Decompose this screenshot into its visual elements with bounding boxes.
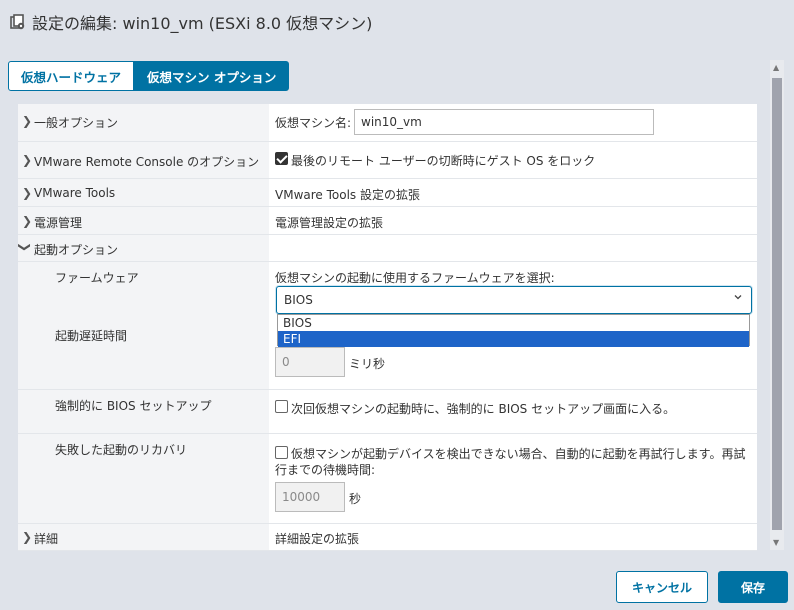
- boot-delay-input[interactable]: 0: [275, 347, 345, 377]
- cancel-button[interactable]: キャンセル: [616, 571, 708, 603]
- firmware-select[interactable]: BIOS: [276, 286, 752, 314]
- chevron-right-icon[interactable]: ❯: [22, 530, 32, 544]
- firmware-selected-value: BIOS: [284, 293, 313, 307]
- firmware-option-efi[interactable]: EFI: [278, 331, 749, 347]
- power-summary: 電源管理設定の拡張: [275, 216, 384, 230]
- section-general-label[interactable]: 一般オプション: [34, 114, 118, 131]
- firmware-dropdown-list: BIOS EFI: [277, 314, 750, 347]
- lock-guest-os-checkbox[interactable]: [275, 152, 288, 165]
- tab-bar: 仮想ハードウェア 仮想マシン オプション: [8, 61, 290, 91]
- section-vmrc-label[interactable]: VMware Remote Console のオプション: [34, 153, 259, 170]
- firmware-label: ファームウェア: [55, 271, 139, 285]
- dialog-title-bar: 設定の編集: win10_vm (ESXi 8.0 仮想マシン): [8, 10, 372, 34]
- section-boot-label[interactable]: 起動オプション: [34, 241, 118, 258]
- chevron-down-icon: [734, 295, 742, 300]
- scrollbar-thumb[interactable]: [772, 78, 782, 530]
- row-general-options: ❯ 一般オプション 仮想マシン名: win10_vm: [18, 104, 757, 142]
- row-power-management: ❯ 電源管理 電源管理設定の拡張: [18, 207, 757, 235]
- scroll-down-icon[interactable]: ▼: [773, 538, 779, 547]
- row-boot-options: ❯ 起動オプション: [18, 235, 757, 262]
- tab-virtual-hardware[interactable]: 仮想ハードウェア: [8, 61, 135, 91]
- chevron-right-icon[interactable]: ❯: [22, 214, 32, 228]
- scroll-up-icon[interactable]: ▲: [773, 63, 779, 72]
- recovery-text-line2: 行までの待機時間:: [275, 463, 376, 477]
- recovery-checkbox[interactable]: [275, 446, 288, 459]
- settings-table: ❯ 一般オプション 仮想マシン名: win10_vm ❯ VMware Remo…: [18, 104, 757, 551]
- vm-name-label: 仮想マシン名:: [275, 116, 352, 130]
- lock-guest-os-text: 最後のリモート ユーザーの切断時にゲスト OS をロック: [291, 154, 596, 168]
- row-boot-recovery: 失敗した起動のリカバリ 仮想マシンが起動デバイスを検出できない場合、自動的に起動…: [18, 434, 757, 524]
- row-vmware-tools: ❯ VMware Tools VMware Tools 設定の拡張: [18, 179, 757, 207]
- chevron-down-icon[interactable]: ❯: [18, 242, 32, 252]
- row-vmrc-options: ❯ VMware Remote Console のオプション 最後のリモート ユ…: [18, 142, 757, 179]
- firmware-prompt: 仮想マシンの起動に使用するファームウェアを選択:: [275, 271, 555, 285]
- section-advanced-label[interactable]: 詳細: [34, 530, 58, 547]
- force-bios-label: 強制的に BIOS セットアップ: [55, 399, 212, 413]
- boot-delay-label: 起動遅延時間: [55, 329, 128, 343]
- vm-settings-icon: [10, 14, 25, 30]
- tools-summary: VMware Tools 設定の拡張: [275, 188, 420, 202]
- dialog-title: 設定の編集: win10_vm (ESXi 8.0 仮想マシン): [32, 14, 373, 33]
- recovery-label: 失敗した起動のリカバリ: [55, 443, 188, 457]
- section-tools-label[interactable]: VMware Tools: [34, 186, 115, 200]
- boot-delay-unit: ミリ秒: [349, 357, 386, 371]
- recovery-text-line1: 仮想マシンが起動デバイスを検出できない場合、自動的に起動を再試行します。再試: [291, 447, 746, 461]
- force-bios-text: 次回仮想マシンの起動時に、強制的に BIOS セットアップ画面に入る。: [291, 402, 676, 416]
- section-power-label[interactable]: 電源管理: [34, 214, 82, 231]
- recovery-delay-input[interactable]: 10000: [275, 482, 345, 512]
- row-force-bios: 強制的に BIOS セットアップ 次回仮想マシンの起動時に、強制的に BIOS …: [18, 390, 757, 434]
- row-advanced: ❯ 詳細 詳細設定の拡張: [18, 524, 757, 551]
- chevron-right-icon[interactable]: ❯: [22, 186, 32, 200]
- content-scrollbar[interactable]: ▲ ▼: [770, 60, 784, 550]
- advanced-summary: 詳細設定の拡張: [275, 532, 360, 546]
- recovery-delay-unit: 秒: [349, 492, 362, 506]
- chevron-right-icon[interactable]: ❯: [22, 153, 32, 167]
- firmware-option-bios[interactable]: BIOS: [278, 315, 749, 331]
- tab-vm-options[interactable]: 仮想マシン オプション: [134, 61, 290, 91]
- chevron-right-icon[interactable]: ❯: [22, 114, 32, 128]
- vm-name-input[interactable]: win10_vm: [354, 109, 654, 135]
- save-button[interactable]: 保存: [718, 571, 788, 603]
- force-bios-checkbox[interactable]: [275, 400, 288, 413]
